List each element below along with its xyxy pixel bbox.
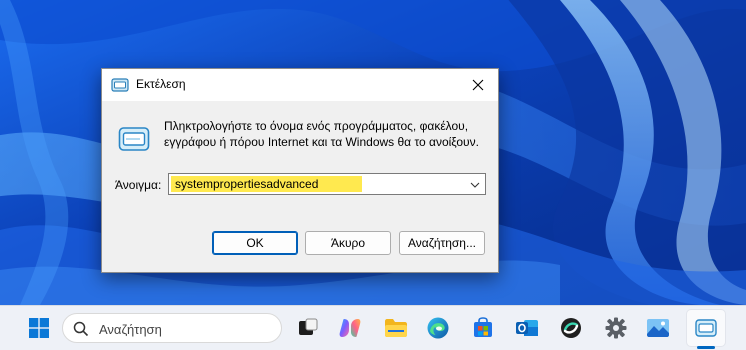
open-combobox[interactable] (168, 173, 486, 195)
outlook-icon (516, 320, 538, 336)
edge-button[interactable] (423, 313, 453, 343)
taskbar: Αναζήτηση (0, 305, 746, 350)
dialog-title: Εκτέλεση (136, 77, 186, 91)
app-icon (561, 318, 581, 338)
app-button[interactable] (556, 313, 586, 343)
search-placeholder: Αναζήτηση (99, 322, 162, 337)
run-taskbar-button[interactable] (691, 313, 721, 343)
folder-icon (385, 319, 407, 337)
copilot-icon (339, 319, 361, 337)
cancel-button[interactable]: Άκυρο (305, 231, 391, 255)
start-button[interactable] (24, 313, 54, 343)
copilot-button[interactable] (335, 313, 365, 343)
gear-icon (605, 317, 627, 339)
dialog-description: Πληκτρολογήστε το όνομα ενός προγράμματο… (164, 119, 479, 149)
photos-button[interactable] (643, 313, 673, 343)
active-indicator (697, 346, 715, 349)
run-program-icon (118, 125, 150, 155)
taskbar-search-box[interactable]: Αναζήτηση (62, 313, 282, 343)
file-explorer-button[interactable] (381, 313, 411, 343)
outlook-button[interactable] (512, 313, 542, 343)
run-icon (111, 77, 129, 93)
settings-button[interactable] (601, 313, 631, 343)
close-button[interactable] (458, 69, 498, 101)
windows-logo-icon (29, 318, 49, 338)
task-view-icon (299, 318, 318, 335)
photos-icon (647, 319, 669, 337)
edge-icon (427, 317, 449, 339)
open-label: Άνοιγμα: (115, 178, 162, 192)
dialog-titlebar[interactable]: Εκτέλεση (102, 69, 498, 101)
run-icon (695, 319, 717, 337)
run-dialog: Εκτέλεση Πληκτρολογήστε το όνομα ενός πρ… (101, 68, 499, 273)
close-icon (472, 79, 484, 91)
open-input[interactable] (171, 176, 362, 192)
microsoft-store-button[interactable] (468, 313, 498, 343)
search-icon (73, 321, 89, 337)
task-view-button[interactable] (293, 313, 323, 343)
store-icon (474, 317, 492, 337)
dialog-body: Πληκτρολογήστε το όνομα ενός προγράμματο… (102, 101, 498, 272)
browse-button[interactable]: Αναζήτηση... (399, 231, 485, 255)
chevron-down-icon[interactable] (469, 179, 481, 189)
ok-button[interactable]: OK (212, 231, 298, 255)
